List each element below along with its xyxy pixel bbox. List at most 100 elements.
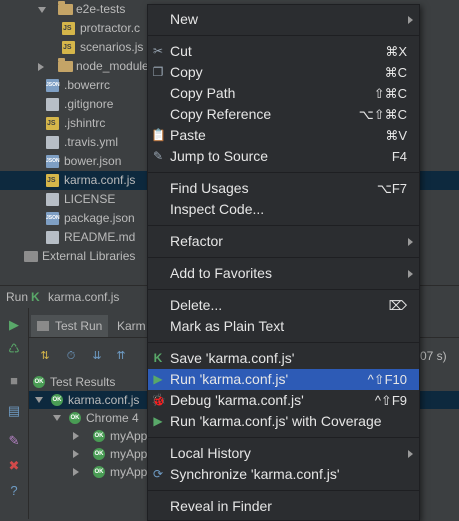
tree-item-label: .bowerrc (64, 78, 111, 92)
karma-icon: K (153, 351, 163, 365)
menu-item-inspect-code[interactable]: Inspect Code... (148, 199, 419, 220)
test-result-label: Test Results (50, 375, 116, 389)
menu-item-reveal-in-finder[interactable]: Reveal in Finder (148, 496, 419, 517)
layout-icon[interactable]: ▤ (7, 404, 21, 418)
menu-item-run-karma-conf-js[interactable]: ▶ Run 'karma.conf.js' ^⇧F10 (148, 369, 419, 390)
menu-separator (148, 225, 419, 226)
expand-all-icon[interactable]: ⇊ (89, 348, 105, 364)
tree-item-label: bower.json (64, 154, 122, 168)
menu-separator (148, 289, 419, 290)
menu-item-debug-karma-conf-js[interactable]: 🐞 Debug 'karma.conf.js' ^⇧F9 (148, 390, 419, 411)
menu-item-delete[interactable]: Delete... ⌦ (148, 295, 419, 316)
submenu-arrow-icon (408, 16, 413, 24)
folder-icon (58, 1, 73, 15)
test-passed-icon: OK (93, 448, 105, 460)
rerun-failed-icon[interactable]: ♺ (7, 342, 21, 356)
menu-item-cut[interactable]: ✂ Cut ⌘X (148, 41, 419, 62)
menu-item-shortcut: ⌥⇧⌘C (358, 107, 407, 122)
js-file-icon (46, 174, 59, 187)
js-file-icon (62, 22, 75, 35)
menu-separator (148, 490, 419, 491)
menu-separator (148, 437, 419, 438)
run-label: Run (6, 290, 29, 304)
test-passed-icon: OK (93, 466, 105, 478)
menu-item-jump-to-source[interactable]: ✎ Jump to Source F4 (148, 146, 419, 167)
menu-item-label: Cut (170, 43, 192, 59)
pin-icon[interactable]: ✎ (7, 434, 21, 448)
tree-item-label: .jshintrc (64, 116, 106, 130)
collapse-all-icon[interactable]: ⇈ (113, 348, 129, 364)
menu-item-new[interactable]: New (148, 9, 419, 30)
menu-item-shortcut: ⌥F7 (376, 181, 407, 196)
text-file-icon (46, 98, 59, 111)
menu-separator (148, 172, 419, 173)
json-file-icon (46, 212, 60, 225)
menu-item-label: New (170, 11, 199, 27)
sync-icon: ⟳ (152, 467, 164, 481)
tree-item-label: .travis.yml (64, 135, 118, 149)
menu-item-label: Mark as Plain Text (170, 318, 285, 334)
tab-test-run[interactable]: Test Run (31, 315, 109, 337)
close-icon[interactable]: ✖ (7, 459, 21, 473)
menu-item-label: Inspect Code... (170, 201, 265, 217)
stop-icon[interactable]: ■ (7, 374, 21, 388)
menu-item-copy-path[interactable]: Copy Path ⇧⌘C (148, 83, 419, 104)
test-passed-icon: OK (33, 376, 45, 388)
menu-item-shortcut: ⌘X (385, 44, 407, 59)
menu-item-save-karma-conf-js[interactable]: K Save 'karma.conf.js' (148, 348, 419, 369)
menu-separator (148, 342, 419, 343)
menu-item-label: Synchronize 'karma.conf.js' (170, 466, 340, 482)
expanded-arrow-icon[interactable] (53, 415, 61, 421)
json-file-icon (46, 79, 60, 92)
tree-item-label: protractor.c (80, 21, 141, 35)
menu-item-label: Reveal in Finder (170, 498, 272, 514)
collapsed-arrow-icon[interactable] (73, 450, 79, 458)
collapsed-arrow-icon[interactable] (73, 468, 79, 476)
tab-karma[interactable]: Karm (111, 315, 152, 337)
menu-item-copy-reference[interactable]: Copy Reference ⌥⇧⌘C (148, 104, 419, 125)
sort-alpha-icon[interactable]: ⇅ (37, 348, 53, 364)
menu-item-synchronize-karma-conf-js[interactable]: ⟳ Synchronize 'karma.conf.js' (148, 464, 419, 485)
menu-item-shortcut: ⌘C (384, 65, 407, 80)
js-file-icon (46, 117, 59, 130)
menu-item-label: Delete... (170, 297, 223, 313)
run-left-toolbar: ▶ ♺ ■ ▤ ✎ ✖ ? (0, 308, 29, 519)
collapsed-arrow-icon[interactable] (73, 432, 79, 440)
test-result-label: karma.conf.js (68, 393, 140, 407)
sort-duration-icon[interactable]: ⏱ (63, 348, 79, 364)
scissors-icon: ✂ (152, 44, 164, 58)
karma-icon: K (31, 290, 40, 304)
menu-item-find-usages[interactable]: Find Usages ⌥F7 (148, 178, 419, 199)
menu-item-label: Save 'karma.conf.js' (170, 350, 295, 366)
expanded-arrow-icon[interactable] (38, 7, 46, 13)
menu-item-label: Jump to Source (170, 148, 269, 164)
menu-item-mark-as-plain-text[interactable]: Mark as Plain Text (148, 316, 419, 337)
run-config-name[interactable]: karma.conf.js (48, 286, 119, 308)
menu-item-label: Copy Reference (170, 106, 272, 122)
tree-item-label: scenarios.js (80, 40, 144, 54)
menu-item-run-karma-conf-js-with-coverage[interactable]: ▶ Run 'karma.conf.js' with Coverage (148, 411, 419, 432)
rerun-icon[interactable]: ▶ (7, 318, 21, 332)
help-icon[interactable]: ? (7, 484, 21, 498)
menu-item-label: Debug 'karma.conf.js' (170, 392, 304, 408)
menu-item-label: Refactor (170, 233, 223, 249)
collapsed-arrow-icon[interactable] (38, 63, 44, 71)
menu-item-refactor[interactable]: Refactor (148, 231, 419, 252)
test-passed-icon: OK (93, 430, 105, 442)
submenu-arrow-icon (408, 270, 413, 278)
tree-item-label: e2e-tests (76, 2, 126, 16)
coverage-icon: ▶ (153, 414, 163, 428)
menu-item-add-to-favorites[interactable]: Add to Favorites (148, 263, 419, 284)
menu-item-paste[interactable]: 📋 Paste ⌘V (148, 125, 419, 146)
menu-item-label: Add to Favorites (170, 265, 272, 281)
tree-item-label: External Libraries (42, 249, 136, 263)
menu-separator (148, 35, 419, 36)
menu-item-local-history[interactable]: Local History (148, 443, 419, 464)
test-result-label: myApp (110, 447, 148, 461)
expanded-arrow-icon[interactable] (35, 397, 43, 403)
test-result-label: Chrome 4 (86, 411, 139, 425)
text-file-icon (46, 136, 59, 149)
run-icon: ▶ (153, 372, 163, 386)
menu-item-copy[interactable]: ❐ Copy ⌘C (148, 62, 419, 83)
text-file-icon (46, 193, 59, 206)
